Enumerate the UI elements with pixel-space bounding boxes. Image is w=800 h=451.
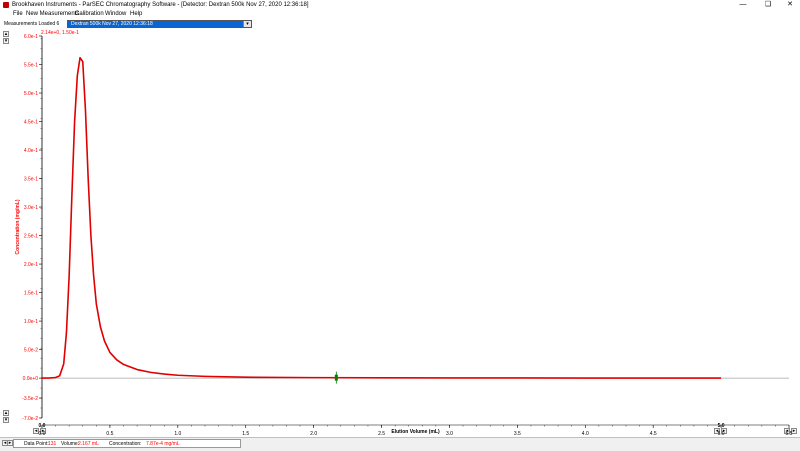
status-bar: ◂ ▸ Data Point: 131 Volume: 2.167 mL Con… xyxy=(0,437,800,451)
status-readout: Data Point: 131 Volume: 2.167 mL Concent… xyxy=(13,439,241,448)
y-tick-label: 1.5e-1 xyxy=(24,290,38,296)
y-tick-label: 4.0e-1 xyxy=(24,148,38,154)
x-range-end-label: 5.0 xyxy=(718,423,725,429)
series-line-0 xyxy=(42,56,722,379)
y-tick-label: 0.0e+0 xyxy=(23,376,39,382)
x-axis-label: Elution Volume (mL) xyxy=(391,429,440,435)
y-tick-label: 2.0e-1 xyxy=(24,262,38,268)
y-tick-label: 5.0e-1 xyxy=(24,91,38,97)
y-tick-label: 4.5e-1 xyxy=(24,119,38,125)
cursor-marker-point xyxy=(334,374,338,381)
y-tick-label: 3.5e-1 xyxy=(24,176,38,182)
y-tick-label: -3.5e-2 xyxy=(22,396,38,402)
y-axis-label: Concentration (mg/mL) xyxy=(15,199,21,254)
y-tick-label: 5.5e-1 xyxy=(24,62,38,68)
y-tick-label: 3.0e-1 xyxy=(24,205,38,211)
concentration-label: Concentration: xyxy=(109,441,142,447)
data-point-label: Data Point: xyxy=(24,441,49,447)
volume-value: 2.167 mL xyxy=(78,441,99,447)
volume-label: Volume: xyxy=(61,441,80,447)
y-tick-label: 6.0e-1 xyxy=(24,34,38,40)
y-tick-label: -7.0e-2 xyxy=(22,416,38,422)
y-tick-label: 5.0e-2 xyxy=(24,347,38,353)
chromatogram-chart[interactable]: -7.0e-2 -3.5e-2 0.0e+0 5.0e-2 1.0e-1 1.5e-1 2.… xyxy=(0,0,800,450)
y-tick-label: 1.0e-1 xyxy=(24,319,38,325)
concentration-value: 7.87e-4 mg/mL xyxy=(146,441,180,447)
y-tick-label: 2.5e-1 xyxy=(24,233,38,239)
x-range-start-label: 0.0 xyxy=(39,423,46,429)
data-point-value: 131 xyxy=(48,441,57,447)
